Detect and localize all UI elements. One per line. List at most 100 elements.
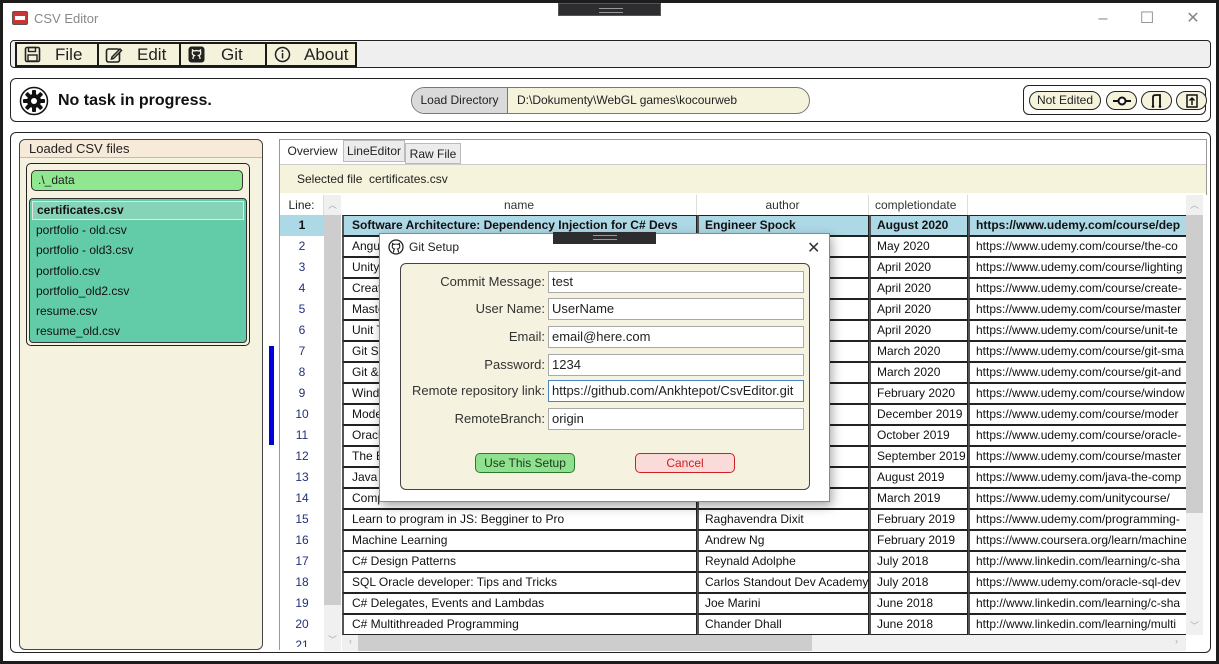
cell-url[interactable]: https://www.udemy.com/course/moder xyxy=(968,404,1188,425)
cell-url[interactable]: http://www.linkedin.com/learning/c-sha xyxy=(968,551,1188,572)
table-row[interactable]: C# Delegates, Events and Lambdas Joe Mari… xyxy=(342,593,1188,614)
cell-url[interactable]: https://www.udemy.com/course/oracle- xyxy=(968,425,1188,446)
cell-author[interactable]: Joe Marini xyxy=(697,593,869,614)
line-number[interactable]: 7 xyxy=(280,341,324,362)
cell-name[interactable]: C# Multithreaded Programming xyxy=(342,614,697,635)
menu-edit[interactable]: Edit xyxy=(97,42,181,67)
line-number[interactable]: 6 xyxy=(280,320,324,341)
file-item[interactable]: resume_old.csv xyxy=(30,321,246,341)
dialog-drag-handle[interactable] xyxy=(553,232,656,244)
line-number[interactable]: 15 xyxy=(280,509,324,530)
file-item[interactable]: portfolio - old3.csv xyxy=(30,240,246,260)
table-row[interactable]: Machine Learning Andrew Ng February 2019 ht… xyxy=(342,530,1188,551)
column-header-author[interactable]: author xyxy=(697,195,869,215)
scroll-right-icon[interactable]: › xyxy=(1168,636,1185,646)
remote-branch-input[interactable]: origin xyxy=(548,408,804,430)
cell-url[interactable]: https://www.udemy.com/course/master xyxy=(968,299,1188,320)
cell-url[interactable]: https://www.udemy.com/course/git-sma xyxy=(968,341,1188,362)
cell-name[interactable]: C# Design Patterns xyxy=(342,551,697,572)
table-vscroll-thumb[interactable] xyxy=(1186,215,1203,513)
line-number[interactable]: 14 xyxy=(280,488,324,509)
cell-url[interactable]: https://www.udemy.com/java-the-comp xyxy=(968,467,1188,488)
line-number[interactable]: 20 xyxy=(280,614,324,635)
cell-url[interactable]: https://www.udemy.com/unitycourse/ xyxy=(968,488,1188,509)
scroll-down-icon[interactable]: ﹀ xyxy=(324,633,341,646)
line-number[interactable]: 13 xyxy=(280,467,324,488)
dialog-close-button[interactable]: ✕ xyxy=(807,238,820,258)
line-number[interactable]: 11 xyxy=(280,425,324,446)
file-item[interactable]: resume.csv xyxy=(30,301,246,321)
menu-git[interactable]: Git xyxy=(179,42,267,67)
line-scrollbar[interactable]: ︿ ﹀ xyxy=(324,195,341,651)
line-number[interactable]: 9 xyxy=(280,383,324,404)
cell-url[interactable]: https://www.udemy.com/course/window xyxy=(968,383,1188,404)
scroll-left-icon[interactable]: ‹ xyxy=(342,636,359,646)
table-horizontal-scrollbar[interactable]: ‹ › xyxy=(342,635,1186,651)
menu-about[interactable]: About xyxy=(265,42,357,67)
cell-completiondate[interactable]: February 2019 xyxy=(869,509,968,530)
cell-completiondate[interactable]: June 2018 xyxy=(869,593,968,614)
column-header-completiondate[interactable]: completiondate xyxy=(869,195,968,215)
line-number[interactable]: 3 xyxy=(280,257,324,278)
cell-completiondate[interactable]: April 2020 xyxy=(869,257,968,278)
cell-url[interactable]: https://www.udemy.com/course/lighting xyxy=(968,257,1188,278)
table-vertical-scrollbar[interactable]: ︿ ﹀ xyxy=(1186,195,1203,635)
cell-name[interactable]: Learn to program in JS: Begginer to Pro xyxy=(342,509,697,530)
cell-author[interactable]: Reynald Adolphe xyxy=(697,551,869,572)
password-input[interactable]: 1234 xyxy=(548,354,804,376)
cell-completiondate[interactable]: August 2019 xyxy=(869,467,968,488)
cell-completiondate[interactable]: August 2020 xyxy=(869,215,968,236)
menu-file[interactable]: File xyxy=(15,42,99,67)
line-number[interactable]: 17 xyxy=(280,551,324,572)
email-input[interactable]: email@here.com xyxy=(548,326,804,348)
cell-name[interactable]: SQL Oracle developer: Tips and Tricks xyxy=(342,572,697,593)
tab-overview[interactable]: Overview xyxy=(282,141,343,164)
cell-completiondate[interactable]: June 2018 xyxy=(869,614,968,635)
cell-completiondate[interactable]: April 2020 xyxy=(869,278,968,299)
line-scrollbar-thumb[interactable] xyxy=(324,215,341,605)
table-row[interactable]: Learn to program in JS: Begginer to Pro R… xyxy=(342,509,1188,530)
cell-completiondate[interactable]: May 2020 xyxy=(869,236,968,257)
remote-link-input[interactable]: https://github.com/Ankhtepot/CsvEditor.g… xyxy=(548,380,804,402)
column-header-url[interactable] xyxy=(968,195,1188,215)
line-number[interactable]: 21 xyxy=(280,635,324,647)
table-row[interactable]: C# Design Patterns Reynald Adolphe July 20… xyxy=(342,551,1188,572)
cell-completiondate[interactable]: July 2018 xyxy=(869,551,968,572)
column-header-name[interactable]: name xyxy=(342,195,697,215)
splitter-handle[interactable] xyxy=(269,346,274,445)
cell-url[interactable]: https://www.udemy.com/course/master xyxy=(968,446,1188,467)
table-hscroll-thumb[interactable] xyxy=(358,635,812,651)
cell-url[interactable]: http://www.linkedin.com/learning/c-sha xyxy=(968,593,1188,614)
line-number[interactable]: 2 xyxy=(280,236,324,257)
cell-url[interactable]: https://www.coursera.org/learn/machine xyxy=(968,530,1188,551)
cell-completiondate[interactable]: February 2019 xyxy=(869,530,968,551)
table-row[interactable]: SQL Oracle developer: Tips and Tricks Car… xyxy=(342,572,1188,593)
file-item[interactable]: portfolio.csv xyxy=(30,261,246,281)
cell-completiondate[interactable]: December 2019 xyxy=(869,404,968,425)
file-item[interactable]: portfolio - old.csv xyxy=(30,220,246,240)
window-drag-handle[interactable] xyxy=(558,3,661,16)
line-number[interactable]: 4 xyxy=(280,278,324,299)
cell-completiondate[interactable]: April 2020 xyxy=(869,320,968,341)
scroll-down-icon[interactable]: ﹀ xyxy=(1186,619,1203,632)
cancel-button[interactable]: Cancel xyxy=(635,453,735,473)
cell-completiondate[interactable]: July 2018 xyxy=(869,572,968,593)
line-number[interactable]: 12 xyxy=(280,446,324,467)
cell-url[interactable]: https://www.udemy.com/course/unit-te xyxy=(968,320,1188,341)
cell-url[interactable]: https://www.udemy.com/programming- xyxy=(968,509,1188,530)
load-directory-button[interactable]: Load Directory xyxy=(412,88,508,113)
cell-completiondate[interactable]: March 2020 xyxy=(869,362,968,383)
cell-url[interactable]: https://www.udemy.com/oracle-sql-dev xyxy=(968,572,1188,593)
file-item[interactable]: portfolio_old2.csv xyxy=(30,281,246,301)
user-name-input[interactable]: UserName xyxy=(548,298,804,320)
line-number[interactable]: 10 xyxy=(280,404,324,425)
use-this-setup-button[interactable]: Use This Setup xyxy=(475,453,575,473)
close-window-button[interactable]: ✕ xyxy=(1175,7,1211,31)
cell-author[interactable]: Raghavendra Dixit xyxy=(697,509,869,530)
cell-url[interactable]: https://www.udemy.com/course/git-and xyxy=(968,362,1188,383)
commit-button[interactable] xyxy=(1106,91,1137,110)
directory-path-field[interactable]: D:\Dokumenty\WebGL games\kocourweb xyxy=(517,88,737,113)
push-button[interactable] xyxy=(1176,91,1207,110)
tab-line-editor[interactable]: LineEditor xyxy=(343,140,405,162)
cell-url[interactable]: https://www.udemy.com/course/create- xyxy=(968,278,1188,299)
